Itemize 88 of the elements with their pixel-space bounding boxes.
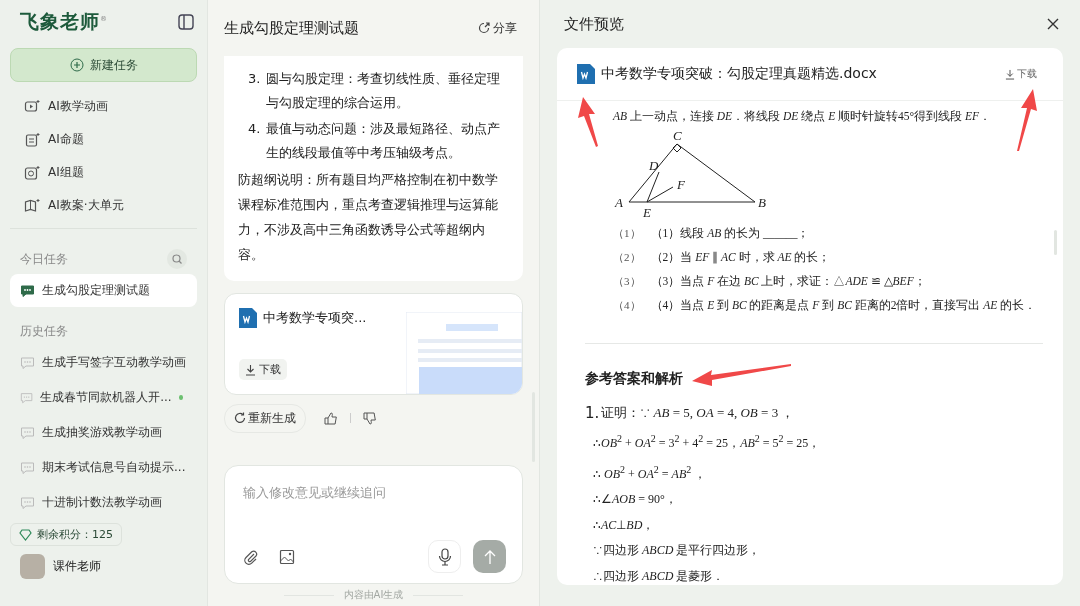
point-label: D [649,158,659,173]
image-frame-icon [24,164,40,181]
image-icon[interactable] [279,548,295,565]
answer-line: ∴ OB$^{2}$ + OA$^{2}$ = AB$^{2}$ ， [592,462,708,483]
thumbs-up-icon[interactable] [324,411,338,425]
answer-number: 1. [585,404,600,422]
chat-bubble-icon [20,283,35,298]
answer-line: ∴OB$^{2}$ + OA$^{2}$ = 3$^{2}$ + 4$^{2}$ = 25，AB$^{2}$ = 5$^{2}$ = 25， [592,432,822,452]
task-item[interactable]: 生成抽奖游戏教学动画 [10,416,197,449]
user-name: 课件老师 [53,558,101,575]
message-text: 防超纲说明：所有题目均严格控制在初中数学课程标准范围内，重点考查逻辑推理与运算能力，不涉及高中三角函数诱导公式等超纲内容。 [238,171,499,264]
tool-menu-item[interactable]: AI教案·大单元 [10,189,197,222]
microphone-icon [437,547,452,566]
point-label: A [615,195,623,210]
chat-bubble-icon [20,390,34,405]
plus-icon [69,58,84,72]
task-item[interactable]: 生成手写签字互动教学动画 [10,346,197,379]
share-icon [478,22,490,34]
question-number: （4） [613,297,641,313]
word-file-icon [577,64,595,84]
chat-bubble-icon [20,495,35,510]
answer-line: ∵四边形 ABCD 是平行四边形， [592,542,762,559]
list-text: 最值与动态问题：涉及最短路径、动点产生的线段最值等中考压轴级考点。 [266,120,501,162]
answer-heading: 参考答案和解析 [585,370,683,388]
download-icon [245,363,256,376]
preview-title: 文件预览 [564,14,624,34]
section-title: 历史任务 [20,322,68,340]
question-text: （3）当点 F 在边 BC 上时，求证：△ADE ≌ △BEF； [650,273,926,289]
regenerate-button[interactable]: 重新生成 [224,403,306,433]
chat-bubble-icon [20,355,35,370]
task-item[interactable]: 期末考试信息号自动提示... [10,451,197,484]
answer-line: ∴∠AOB = 90°， [592,491,678,508]
paperclip-icon[interactable] [243,548,259,565]
document-icon [24,131,40,148]
close-icon[interactable] [1047,18,1059,30]
word-file-icon [239,308,257,328]
chat-bubble-icon [20,425,35,440]
sidebar-toggle-icon[interactable] [177,13,195,31]
app-logo: 飞象老师$^{®}$ [20,9,108,34]
book-icon [24,197,40,214]
file-card[interactable]: 中考数学专项突... 下载 [224,293,523,395]
microphone-button[interactable] [428,540,461,573]
share-button[interactable]: 分享 [472,18,523,38]
question-number: （3） [613,273,641,289]
question-text: （2）当 EF ∥ AC 时，求 AE 的长； [650,249,831,265]
diamond-icon [19,528,32,541]
thumbs-down-icon[interactable] [363,411,377,425]
task-item[interactable]: 生成勾股定理测试题 [10,274,197,307]
list-number: 3. [248,70,262,88]
file-name: 中考数学专项突破：勾股定理真题精选.docx [601,65,878,83]
ai-disclaimer: 内容由AI生成 [343,588,404,602]
tool-menu-item[interactable]: AI教学动画 [10,90,197,123]
point-label: B [758,195,766,210]
tool-menu-item[interactable]: AI命题 [10,123,197,156]
new-task-button[interactable]: 新建任务 [10,48,197,82]
annotation-arrow [1017,89,1037,151]
points-badge: 剩余积分：125 [10,523,122,546]
question-number: （2） [613,249,641,265]
answer-line: ∴AC⊥BD， [592,516,656,534]
task-item[interactable]: 十进制计数法教学动画 [10,486,197,519]
download-button[interactable]: 下载 [999,66,1043,82]
point-label: E [643,205,651,220]
annotation-arrow [578,97,598,147]
send-button[interactable] [473,540,506,573]
point-label: F [677,177,685,192]
arrow-up-icon [482,548,497,565]
problem-text: AB 上一动点，连接 DE．将线段 DE 绕点 E 顺时针旋转45°得到线段 EF． [611,109,993,124]
play-screen-icon [24,98,40,115]
list-number: 4. [248,120,262,138]
answer-line: 证明：∵ AB = 5, OA = 4, OB = 3 ， [601,404,795,422]
refresh-icon [234,412,246,424]
file-name: 中考数学专项突... [263,309,367,327]
task-item[interactable]: 生成春节同款机器人开... [10,381,197,414]
answer-line: ∴四边形 ABCD 是菱形． [592,567,726,585]
question-text: （4）当点 E 到 BC 的距离是点 F 到 BC 距离的2倍时，直接写出 AE 的长． [650,297,1037,313]
section-title: 今日任务 [20,250,68,268]
download-button[interactable]: 下载 [239,359,287,380]
question-text: （1）线段 AB 的长为 ______； [650,225,810,241]
search-icon[interactable] [167,249,187,269]
list-text: 圆与勾股定理：考查切线性质、垂径定理与勾股定理的综合运用。 [266,70,501,112]
question-number: （1） [613,225,641,241]
tool-menu-item[interactable]: AI组题 [10,156,197,189]
download-icon [1005,68,1015,80]
message-composer[interactable]: 输入修改意见或继续追问 [224,465,523,584]
chat-title: 生成勾股定理测试题 [224,18,359,38]
chat-bubble-icon [20,460,35,475]
message-input-field[interactable]: 输入修改意见或继续追问 [243,478,506,540]
point-label: C [673,129,682,143]
